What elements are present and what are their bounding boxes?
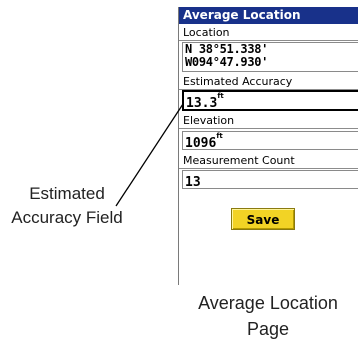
average-location-page-caption: Average Location Page (198, 293, 338, 339)
estimated-accuracy-field-caption: Estimated Accuracy Field (11, 184, 123, 227)
